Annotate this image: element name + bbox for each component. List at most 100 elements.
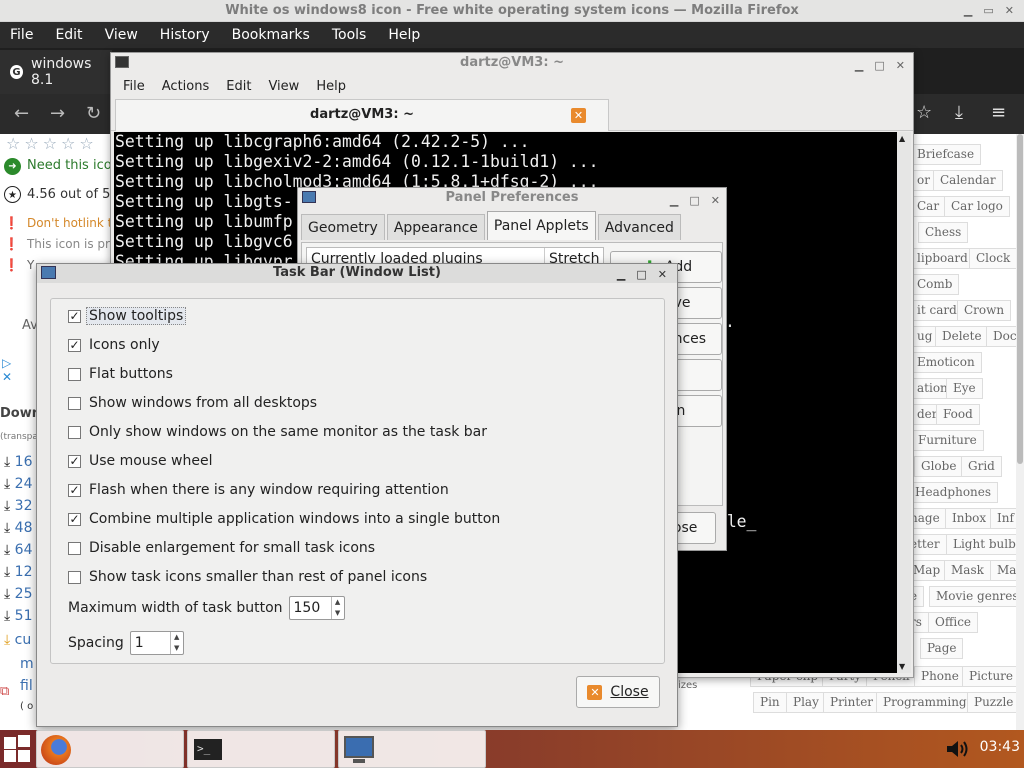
spacing-spinner[interactable]: 1 ▲ ▼: [129, 631, 184, 655]
tag-chess[interactable]: Chess: [918, 222, 969, 243]
maximize-icon[interactable]: □: [636, 266, 646, 284]
custom-download[interactable]: ⤓ cu: [4, 632, 31, 648]
checkbox[interactable]: [68, 367, 81, 381]
maximize-icon[interactable]: ▭: [983, 0, 993, 21]
tag-play[interactable]: Play: [786, 692, 826, 713]
tab-advanced[interactable]: Advanced: [597, 214, 681, 240]
option-combine-windows[interactable]: ✓ Combine multiple application windows i…: [68, 509, 500, 529]
minimize-icon[interactable]: ▁: [670, 191, 678, 210]
menu-file[interactable]: File: [10, 27, 33, 43]
terminal-tab[interactable]: dartz@VM3: ~ ✕: [115, 99, 609, 131]
scroll-down-icon[interactable]: ▼: [899, 662, 905, 671]
tag-movie-genres[interactable]: Movie genres: [929, 586, 1024, 607]
page-scrollbar[interactable]: [1016, 134, 1024, 730]
tag-page[interactable]: Page: [920, 638, 964, 659]
tag-delete[interactable]: Delete: [935, 326, 989, 347]
tab-close-icon[interactable]: ✕: [571, 108, 586, 123]
tag-pin[interactable]: Pin: [753, 692, 787, 713]
terminal-scrollbar[interactable]: ▲ ▼: [897, 132, 911, 673]
option-show-tooltips[interactable]: ✓ Show tooltips: [68, 306, 187, 326]
tag-furniture[interactable]: Furniture: [911, 430, 984, 451]
option-icons-only[interactable]: ✓ Icons only: [68, 335, 160, 355]
checkbox[interactable]: ✓: [68, 483, 81, 497]
rating-stars[interactable]: ☆☆☆☆☆: [6, 134, 98, 153]
taskbar-button-panel-settings[interactable]: [338, 730, 486, 768]
terminal-menu-file[interactable]: File: [123, 79, 145, 94]
option-mouse-wheel[interactable]: ✓ Use mouse wheel: [68, 451, 212, 471]
tag-crown[interactable]: Crown: [957, 300, 1012, 321]
link-fil[interactable]: fil: [20, 678, 33, 694]
tag-printer[interactable]: Printer: [823, 692, 881, 713]
terminal-menu-actions[interactable]: Actions: [162, 79, 210, 94]
tab-geometry[interactable]: Geometry: [301, 214, 385, 240]
maximize-icon[interactable]: □: [689, 191, 699, 210]
max-width-spinner[interactable]: 150 ▲ ▼: [288, 596, 345, 620]
checkbox[interactable]: ✓: [68, 338, 81, 352]
taskbar-button-firefox[interactable]: [36, 730, 184, 768]
download-size-16[interactable]: ⤓ 16: [4, 454, 32, 470]
spinner-arrows-icon[interactable]: ▲ ▼: [330, 597, 344, 619]
tag-car-logo[interactable]: Car logo: [944, 196, 1010, 217]
browser-tab[interactable]: G windows 8.1: [0, 50, 112, 94]
checkbox[interactable]: ✓: [68, 454, 81, 468]
page-scrollbar-thumb[interactable]: [1017, 134, 1023, 464]
tag-clipboard[interactable]: lipboard: [910, 248, 975, 269]
forward-icon[interactable]: →: [50, 103, 65, 124]
tag-mask[interactable]: Mask: [944, 560, 991, 581]
tab-appearance[interactable]: Appearance: [386, 214, 485, 240]
tag-emoticon[interactable]: Emoticon: [910, 352, 982, 373]
tab-panel-applets[interactable]: Panel Applets: [486, 211, 596, 240]
volume-icon[interactable]: [944, 737, 974, 761]
checkbox[interactable]: [68, 396, 81, 410]
download-size-24[interactable]: ⤓ 24: [4, 476, 32, 492]
hamburger-menu-icon[interactable]: ≡: [991, 102, 1006, 123]
tag-eye[interactable]: Eye: [946, 378, 983, 399]
tag-light-bulb[interactable]: Light bulb: [946, 534, 1023, 555]
tag-comb[interactable]: Comb: [910, 274, 960, 295]
option-same-monitor[interactable]: Only show windows on the same monitor as…: [68, 422, 487, 442]
close-icon[interactable]: ✕: [711, 191, 720, 210]
close-icon[interactable]: ✕: [896, 56, 905, 75]
checkbox[interactable]: ✓: [68, 512, 81, 526]
menu-view[interactable]: View: [105, 27, 138, 43]
tag-grid[interactable]: Grid: [961, 456, 1002, 477]
tag-puzzle[interactable]: Puzzle: [967, 692, 1021, 713]
minimize-icon[interactable]: ▁: [617, 266, 625, 284]
checkbox[interactable]: ✓: [68, 309, 81, 323]
back-icon[interactable]: ←: [14, 103, 29, 124]
tag-phone[interactable]: Phone: [914, 666, 966, 687]
terminal-menu-view[interactable]: View: [268, 79, 299, 94]
download-size-128[interactable]: ⤓ 12: [4, 564, 32, 580]
link-m[interactable]: m: [20, 656, 34, 672]
minimize-icon[interactable]: ▁: [855, 56, 863, 75]
max-width-value[interactable]: 150: [290, 600, 331, 616]
download-size-256[interactable]: ⤓ 25: [4, 586, 32, 602]
reload-icon[interactable]: ↻: [86, 103, 101, 124]
bookmark-star-icon[interactable]: ☆: [916, 102, 932, 123]
terminal-menu-help[interactable]: Help: [316, 79, 346, 94]
checkbox[interactable]: [68, 541, 81, 555]
option-smaller-icons[interactable]: Show task icons smaller than rest of pan…: [68, 567, 427, 587]
option-all-desktops[interactable]: Show windows from all desktops: [68, 393, 317, 413]
downloads-icon[interactable]: ⤓: [955, 102, 963, 123]
download-size-32[interactable]: ⤓ 32: [4, 498, 32, 514]
tag-clock[interactable]: Clock: [969, 248, 1018, 269]
tag-globe[interactable]: Globe: [914, 456, 964, 477]
menu-help[interactable]: Help: [388, 27, 420, 43]
download-size-64[interactable]: ⤓ 64: [4, 542, 32, 558]
tag-programming[interactable]: Programming: [876, 692, 974, 713]
tag-office[interactable]: Office: [928, 612, 979, 633]
taskbar-button-terminal[interactable]: >_: [187, 730, 335, 768]
close-icon[interactable]: ✕: [658, 266, 667, 284]
menu-history[interactable]: History: [160, 27, 210, 43]
option-disable-enlargement[interactable]: Disable enlargement for small task icons: [68, 538, 375, 558]
menu-bookmarks[interactable]: Bookmarks: [232, 27, 310, 43]
spinner-arrows-icon[interactable]: ▲ ▼: [169, 632, 183, 654]
maximize-icon[interactable]: □: [874, 56, 884, 75]
tag-calendar[interactable]: Calendar: [933, 170, 1003, 191]
tag-briefcase[interactable]: Briefcase: [910, 144, 982, 165]
option-flash-attention[interactable]: ✓ Flash when there is any window requiri…: [68, 480, 449, 500]
download-size-48[interactable]: ⤓ 48: [4, 520, 32, 536]
scroll-up-icon[interactable]: ▲: [899, 134, 905, 143]
clock[interactable]: 03:43: [980, 739, 1020, 755]
